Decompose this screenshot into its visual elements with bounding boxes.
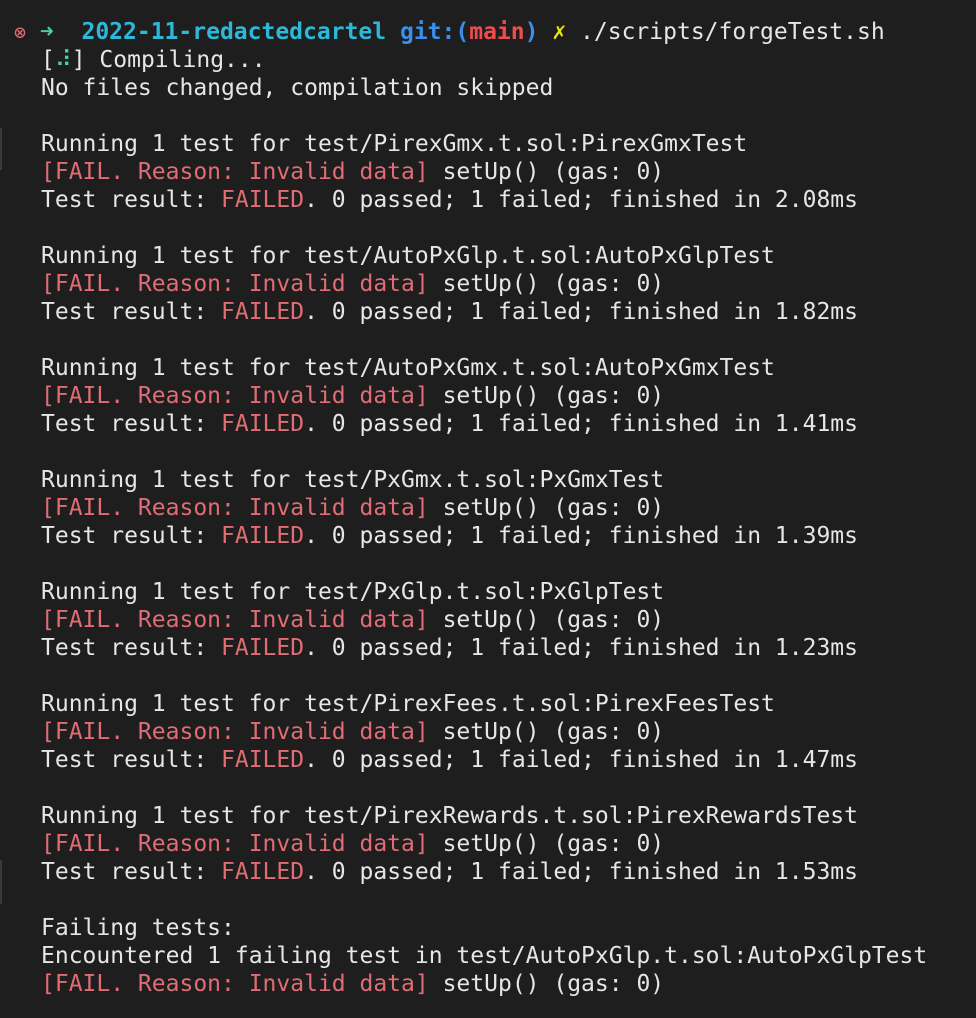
suite-running-line: Running 1 test for test/PirexGmx.t.sol:P… <box>41 131 748 157</box>
fail-detail: setUp() (gas: 0) <box>428 971 665 997</box>
result-prefix: Test result: <box>41 635 222 661</box>
suite-result-line: Test result: FAILED. 0 passed; 1 failed;… <box>0 298 976 326</box>
dirty-mark-icon: ✗ <box>552 19 567 45</box>
fail-detail: setUp() (gas: 0) <box>428 159 665 185</box>
result-detail: . 0 passed; 1 failed; finished in 1.39ms <box>304 523 858 549</box>
fail-reason: [FAIL. Reason: Invalid data] <box>41 383 429 409</box>
failing-tests-heading: Failing tests: <box>41 915 235 941</box>
suite-fail-line: [FAIL. Reason: Invalid data] setUp() (ga… <box>0 830 976 858</box>
result-status: FAILED <box>221 523 305 549</box>
suite-result-line: Test result: FAILED. 0 passed; 1 failed;… <box>0 522 976 550</box>
result-detail: . 0 passed; 1 failed; finished in 1.23ms <box>304 635 858 661</box>
suite-running-line: Running 1 test for test/PxGlp.t.sol:PxGl… <box>41 579 665 605</box>
prompt-git-label: git:( <box>399 19 470 45</box>
result-status: FAILED <box>221 635 305 661</box>
fail-reason: [FAIL. Reason: Invalid data] <box>41 159 429 185</box>
suite-result-line: Test result: FAILED. 0 passed; 1 failed;… <box>0 410 976 438</box>
result-detail: . 0 passed; 1 failed; finished in 1.41ms <box>304 411 858 437</box>
suite-fail-line: [FAIL. Reason: Invalid data] setUp() (ga… <box>0 270 976 298</box>
result-prefix: Test result: <box>41 299 222 325</box>
prompt-arrow-icon: ➜ <box>39 19 54 45</box>
suite-fail-line: [FAIL. Reason: Invalid data] setUp() (ga… <box>0 382 976 410</box>
prompt-branch: main <box>469 19 525 45</box>
compiling-line: [⠼] Compiling... <box>0 46 976 74</box>
suite-running-line: Running 1 test for test/AutoPxGmx.t.sol:… <box>41 355 775 381</box>
fail-reason: [FAIL. Reason: Invalid data] <box>41 607 429 633</box>
result-detail: . 0 passed; 1 failed; finished in 1.82ms <box>304 299 858 325</box>
result-detail: . 0 passed; 1 failed; finished in 1.53ms <box>304 859 858 885</box>
suite-running-line: Running 1 test for test/PirexFees.t.sol:… <box>41 691 775 717</box>
result-detail: . 0 passed; 1 failed; finished in 1.47ms <box>304 747 858 773</box>
suite-running-line: Running 1 test for test/PirexRewards.t.s… <box>41 803 858 829</box>
suite-running-line: Running 1 test for test/AutoPxGlp.t.sol:… <box>41 243 775 269</box>
fail-detail: setUp() (gas: 0) <box>428 383 665 409</box>
shell-prompt: ⊗ ➜ 2022-11-redactedcartel git:(main) ✗ … <box>0 18 976 46</box>
spinner-icon: ⠼ <box>54 47 72 73</box>
fail-detail: setUp() (gas: 0) <box>428 607 665 633</box>
result-prefix: Test result: <box>41 523 222 549</box>
fail-reason: [FAIL. Reason: Invalid data] <box>41 831 429 857</box>
result-status: FAILED <box>221 187 305 213</box>
compile-status-line: No files changed, compilation skipped <box>41 75 554 101</box>
result-status: FAILED <box>221 747 305 773</box>
fail-reason: [FAIL. Reason: Invalid data] <box>41 271 429 297</box>
summary-fail-line: [FAIL. Reason: Invalid data] setUp() (ga… <box>0 970 976 998</box>
fail-detail: setUp() (gas: 0) <box>428 831 665 857</box>
fail-detail: setUp() (gas: 0) <box>428 495 665 521</box>
result-status: FAILED <box>221 299 305 325</box>
compiling-text: ] Compiling... <box>71 47 266 73</box>
suite-fail-line: [FAIL. Reason: Invalid data] setUp() (ga… <box>0 158 976 186</box>
fail-detail: setUp() (gas: 0) <box>428 719 665 745</box>
result-status: FAILED <box>221 859 305 885</box>
fail-reason: [FAIL. Reason: Invalid data] <box>41 495 429 521</box>
suite-result-line: Test result: FAILED. 0 passed; 1 failed;… <box>0 746 976 774</box>
terminal-output[interactable]: ⊗ ➜ 2022-11-redactedcartel git:(main) ✗ … <box>0 18 976 998</box>
suite-fail-line: [FAIL. Reason: Invalid data] setUp() (ga… <box>0 494 976 522</box>
prompt-command: ./scripts/forgeTest.sh <box>580 19 885 45</box>
encountered-line: Encountered 1 failing test in test/AutoP… <box>41 943 928 969</box>
result-prefix: Test result: <box>41 187 222 213</box>
fail-reason: [FAIL. Reason: Invalid data] <box>41 719 429 745</box>
fail-reason: [FAIL. Reason: Invalid data] <box>41 971 429 997</box>
suite-result-line: Test result: FAILED. 0 passed; 1 failed;… <box>0 858 976 886</box>
suite-result-line: Test result: FAILED. 0 passed; 1 failed;… <box>0 186 976 214</box>
suite-fail-line: [FAIL. Reason: Invalid data] setUp() (ga… <box>0 606 976 634</box>
fail-detail: setUp() (gas: 0) <box>428 271 665 297</box>
prompt-directory: 2022-11-redactedcartel <box>81 19 387 45</box>
suite-result-line: Test result: FAILED. 0 passed; 1 failed;… <box>0 634 976 662</box>
suite-fail-line: [FAIL. Reason: Invalid data] setUp() (ga… <box>0 718 976 746</box>
prompt-git-close: ) <box>524 19 539 45</box>
result-status: FAILED <box>221 411 305 437</box>
result-prefix: Test result: <box>41 411 222 437</box>
suite-running-line: Running 1 test for test/PxGmx.t.sol:PxGm… <box>41 467 665 493</box>
result-prefix: Test result: <box>41 859 222 885</box>
result-prefix: Test result: <box>41 747 222 773</box>
error-status-icon: ⊗ <box>14 20 27 44</box>
spinner-open: [ <box>41 47 55 73</box>
result-detail: . 0 passed; 1 failed; finished in 2.08ms <box>304 187 858 213</box>
